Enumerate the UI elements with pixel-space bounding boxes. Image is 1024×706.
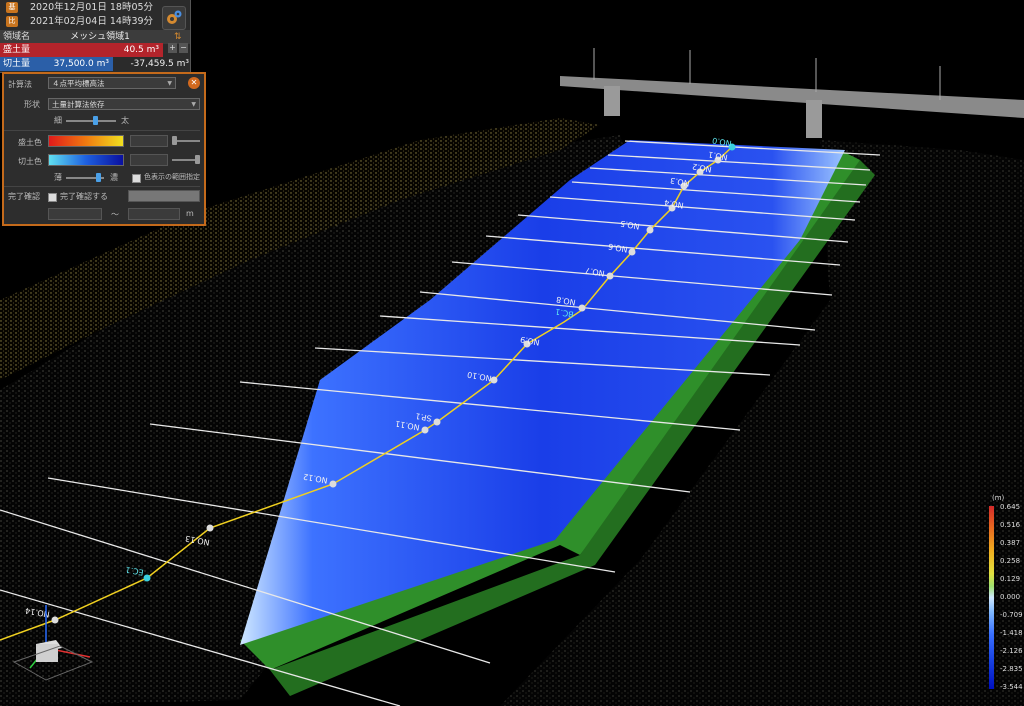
legend-tick: -3.544 xyxy=(1000,683,1023,691)
cut-color-label: 切土色 xyxy=(18,157,42,166)
tilde-label: ～ xyxy=(111,210,119,219)
legend-tick: -2.126 xyxy=(1000,647,1023,655)
station-point xyxy=(606,272,614,280)
calc-method-value: ４点平均標高法 xyxy=(52,79,105,88)
range-label: 色表示の範囲指定 xyxy=(144,173,200,181)
thick-label: 太 xyxy=(121,116,129,125)
confirm-name-field[interactable] xyxy=(128,190,200,202)
thin-label: 細 xyxy=(54,116,62,125)
fill-label: 盛土量 xyxy=(0,43,33,57)
legend-tick: -0.709 xyxy=(1000,611,1023,619)
volume-info-panel: 基 2020年12月01日 18時05分 比 2021年02月04日 14時39… xyxy=(0,0,191,73)
chevron-down-icon: ▼ xyxy=(191,101,196,108)
legend-tick: -2.835 xyxy=(1000,665,1023,673)
legend-unit: (m) xyxy=(992,494,1005,502)
cut-label: 切土量 xyxy=(0,57,33,71)
cut-color-value[interactable] xyxy=(130,154,168,166)
station-point xyxy=(433,418,441,426)
station-point xyxy=(329,480,337,488)
cut-value: 37,500.0 m³ xyxy=(33,57,113,71)
opacity-slider-thumb[interactable] xyxy=(96,173,101,182)
gear-icon xyxy=(167,10,182,24)
legend-tick: -1.418 xyxy=(1000,629,1023,637)
region-value: メッシュ領域1 xyxy=(70,32,130,42)
date-to-field[interactable] xyxy=(128,208,180,220)
legend-tick: 0.000 xyxy=(1000,593,1021,601)
confirm-check-label: 完了確認する xyxy=(60,192,108,201)
chevron-down-icon: ▼ xyxy=(167,80,172,87)
station-point xyxy=(143,574,151,582)
light-label: 薄 xyxy=(54,173,62,182)
region-row: 領域名 メッシュ領域1 ⇅ xyxy=(0,30,190,44)
date2-row: 比 2021年02月04日 14時39分 xyxy=(0,15,160,29)
minus-icon[interactable]: − xyxy=(179,43,188,53)
confirm-checkbox[interactable] xyxy=(48,193,57,202)
thickness-slider-thumb[interactable] xyxy=(93,116,98,125)
calendar-icon: 基 xyxy=(6,2,18,13)
range-checkbox[interactable] xyxy=(132,174,141,183)
fill-range-thumb[interactable] xyxy=(172,136,177,145)
close-button[interactable]: ✕ xyxy=(188,77,200,89)
legend-tick: 0.129 xyxy=(1000,575,1021,583)
unit-label: m xyxy=(186,209,194,218)
fill-color-label: 盛土色 xyxy=(18,138,42,147)
station-point xyxy=(578,304,586,312)
date2-text: 2021年02月04日 14時39分 xyxy=(30,16,154,27)
thickness-slider[interactable] xyxy=(66,120,116,122)
legend-tick: 0.387 xyxy=(1000,539,1021,547)
legend-tick: 0.645 xyxy=(1000,503,1021,511)
fill-value: 40.5 m³ xyxy=(33,43,163,57)
date1-text: 2020年12月01日 18時05分 xyxy=(30,2,154,13)
legend-tick: 0.258 xyxy=(1000,557,1021,565)
station-point xyxy=(628,248,636,256)
cut-row: 切土量 37,500.0 m³ -37,459.5 m³ xyxy=(0,57,190,71)
dark-label: 濃 xyxy=(110,173,118,182)
plus-icon[interactable]: + xyxy=(168,43,177,53)
net-value: -37,459.5 m³ xyxy=(130,59,189,69)
cut-color-picker[interactable] xyxy=(48,154,124,166)
station-point xyxy=(206,524,214,532)
region-label: 領域名 xyxy=(3,32,31,42)
settings-gear-button[interactable] xyxy=(162,6,186,30)
legend-tick: 0.516 xyxy=(1000,521,1021,529)
legend-color-bar xyxy=(989,506,994,689)
station-point xyxy=(421,426,429,434)
date-from-field[interactable] xyxy=(48,208,102,220)
cut-range-thumb[interactable] xyxy=(195,155,200,164)
calendar-icon: 比 xyxy=(6,16,18,27)
divider xyxy=(4,186,200,187)
color-legend: (m) 0.645 0.516 0.387 0.258 0.129 0.000 … xyxy=(986,494,1024,704)
confirm-label: 完了確認 xyxy=(8,192,40,201)
bridge xyxy=(560,48,1024,138)
station-point xyxy=(51,616,59,624)
station-point xyxy=(646,226,654,234)
shape-value: 土量計算法依存 xyxy=(52,100,105,109)
shape-select[interactable]: 土量計算法依存 ▼ xyxy=(48,98,200,110)
close-icon: ✕ xyxy=(190,78,198,87)
shape-label: 形状 xyxy=(24,100,40,109)
date1-row: 基 2020年12月01日 18時05分 xyxy=(0,1,160,15)
sort-icon[interactable]: ⇅ xyxy=(174,30,182,44)
calc-method-label: 計算法 xyxy=(8,80,32,89)
calc-settings-dialog: 計算法 ４点平均標高法 ▼ ✕ 形状 土量計算法依存 ▼ 細 太 盛土色 切土色… xyxy=(2,72,206,226)
fill-color-picker[interactable] xyxy=(48,135,124,147)
fill-color-value[interactable] xyxy=(130,135,168,147)
fill-row: 盛土量 40.5 m³ + − xyxy=(0,43,190,57)
divider xyxy=(4,130,200,131)
calc-method-select[interactable]: ４点平均標高法 ▼ xyxy=(48,77,176,89)
